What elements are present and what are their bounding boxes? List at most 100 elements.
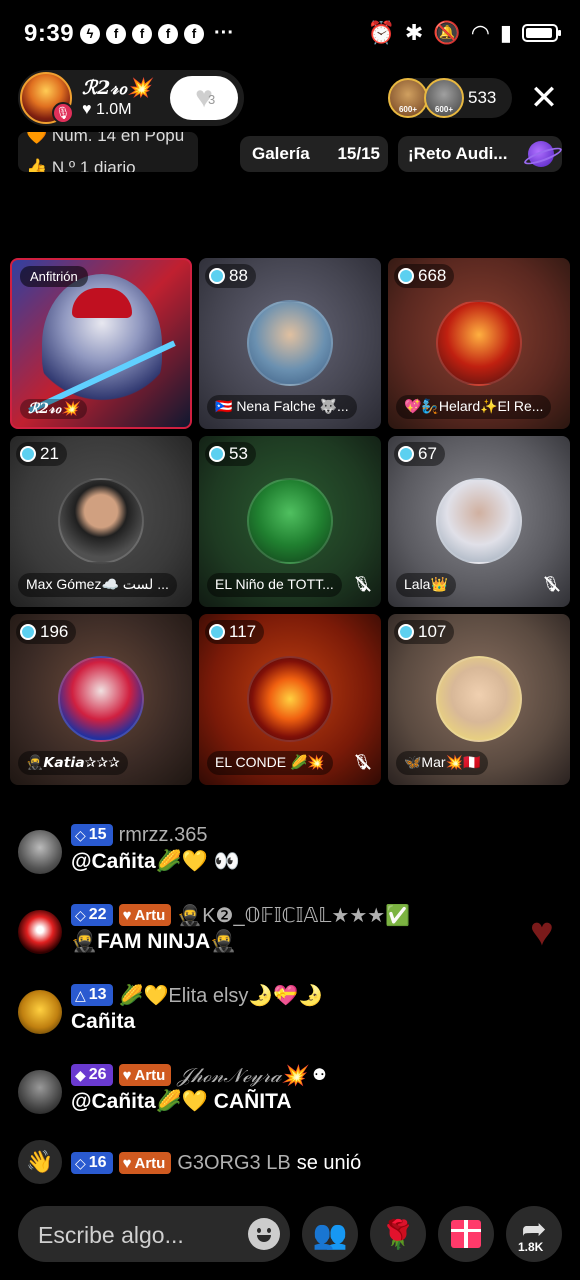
gift-icon [451,1220,481,1248]
rose-button[interactable]: 🌹 [370,1206,426,1262]
share-button[interactable]: ➦ 1.8K [506,1206,562,1262]
comment-input[interactable]: Escribe algo... [18,1206,290,1262]
follow-button[interactable]: ♥ 3 [170,76,238,120]
host-name: ℛ2𝓇ℴ💥 [82,77,151,99]
level-icon [209,624,225,640]
seat-9[interactable]: 107 🦋Mar💥🇵🇪 [388,614,570,785]
level-icon [209,268,225,284]
facebook-icon: f [132,23,152,44]
chat-username[interactable]: rmrzz.365 [119,824,208,847]
seat-level: 21 [16,442,67,466]
chat-avatar[interactable] [18,910,62,954]
alarm-icon: ⏰ [367,20,395,45]
chat-username[interactable]: 🥷K❷_𝕆𝔽𝕀ℂ𝕀𝔸𝕃★★★✅ [177,903,410,928]
seat-level-value: 107 [418,622,447,641]
seat-avatar[interactable] [436,478,522,564]
seat-avatar[interactable] [247,300,333,386]
team-icon: ⚉ [312,1067,327,1084]
seat-8[interactable]: 117 EL CONDE 🌽💥 🎙 [199,614,381,785]
join-text: se unió [296,1151,362,1174]
chat-meta: ◆ 26 ♥ Artu 𝒥𝒽ℴ𝓃𝒩ℯ𝓎𝓇𝒶💥 ⚉ [71,1062,327,1088]
host-cover-image [42,274,162,414]
chat-meta: ◇ 22 ♥ Artu 🥷K❷_𝕆𝔽𝕀ℂ𝕀𝔸𝕃★★★✅ [71,902,410,928]
seat-avatar[interactable] [247,656,333,742]
seat-avatar[interactable] [58,656,144,742]
viewer-avatar[interactable]: 600+ [388,78,428,118]
seat-level: 117 [205,620,265,644]
level-icon [20,624,36,640]
ranking-ticker[interactable]: 🧡 Núm. 14 en Popu 👍 N.º 1 diario [18,132,198,172]
emoji-icon[interactable] [248,1218,280,1250]
chat-avatar[interactable]: 👋 [18,1140,62,1184]
host-info[interactable]: 🎙 ℛ2𝓇ℴ💥 ♥ 1.0M ♥ 3 [18,70,244,126]
chat-username[interactable]: 𝒥𝒽ℴ𝓃𝒩ℯ𝓎𝓇𝒶💥 [177,1063,306,1087]
seat-name: 💖🧞Helard✨El Re... [396,395,552,419]
fan-club-label: Artu [134,906,166,924]
wave-hand-icon: 👋 [26,1149,54,1174]
seat-2[interactable]: 88 🇵🇷 Nena Falche 🐺... [199,258,381,429]
seat-6[interactable]: 67 Lala👑 🎙 [388,436,570,607]
mic-muted-icon: 🎙 [540,573,562,595]
seat-3[interactable]: 668 💖🧞Helard✨El Re... [388,258,570,429]
chat-meta: △ 13 🌽💛Elita elsy🌛💝🌛 [71,982,323,1008]
floating-heart-icon: ♥ [530,910,554,954]
chat-meta: ◇ 16 ♥ Artu G3ORG3 LB se unió [71,1150,361,1176]
seat-avatar[interactable] [58,478,144,564]
chat-avatar[interactable] [18,990,62,1034]
seat-avatar[interactable] [436,656,522,742]
seat-5[interactable]: 53 EL Niño de TOTT... 🎙 [199,436,381,607]
facebook-icon: f [158,23,178,44]
heart-icon: ♥ [122,1154,132,1172]
viewer-avatar[interactable]: 600+ [424,78,464,118]
level-badge-value: 13 [88,986,107,1003]
chat-text: @Cañita🌽💛 👀 [71,850,240,873]
level-badge-value: 26 [88,1066,107,1083]
seat-7[interactable]: 196 🥷𝙆𝙖𝙩𝙞𝙖✰✰✰ [10,614,192,785]
fan-club-badge: ♥ Artu [118,1152,172,1174]
level-icon [209,446,225,462]
facebook-icon: f [184,23,204,44]
seat-level: 67 [394,442,445,466]
chat-text: @Cañita🌽💛 CAÑITA [71,1090,292,1113]
rose-icon: 🌹 [380,1218,416,1250]
host-likes: ♥ 1.0M [82,101,132,118]
seat-name: 🇵🇷 Nena Falche 🐺... [207,395,357,419]
rank-popular: 🧡 Núm. 14 en Popu [26,132,185,145]
seat-name: Lala👑 [396,573,456,597]
seat-name: EL CONDE 🌽💥 [207,751,333,775]
mic-muted-icon: 🎙 [351,573,373,595]
level-badge-value: 15 [88,826,107,843]
chat-username[interactable]: 🌽💛Elita elsy🌛💝🌛 [119,983,324,1008]
audio-challenge-button[interactable]: ¡Reto Audi... [398,136,562,172]
chat-meta: ◇ 15 rmrzz.365 [71,822,207,848]
gallery-label: Galería [252,144,310,163]
viewer-list[interactable]: 600+ 600+ 533 [388,78,512,118]
seat-level-value: 88 [229,266,248,285]
diamond-icon: ◇ [75,1154,86,1171]
chat-username[interactable]: G3ORG3 LB [177,1152,290,1175]
host-tag: Anfitrión [20,266,88,287]
level-badge-value: 22 [88,906,107,923]
notification-icons: ϟ f f f f ··· [80,22,234,45]
viewer-count: 533 [468,88,497,107]
seat-level: 107 [394,620,455,644]
seat-name: EL Niño de TOTT... [207,573,342,597]
system-icons: ⏰ ✱ 🔕 ◠ ▮ [367,20,561,46]
gift-button[interactable] [438,1206,494,1262]
seat-level-value: 668 [418,266,447,285]
seat-name: ℛ2𝓇ℴ💥 [20,399,87,419]
seat-avatar[interactable] [247,478,333,564]
signal-icon: ▮ [499,20,512,45]
seat-level-value: 67 [418,444,437,463]
chat-avatar[interactable] [18,1070,62,1114]
seat-avatar[interactable] [436,300,522,386]
chat-text: Cañita [71,1010,136,1033]
seat-4[interactable]: 21 Max Gómez☁️ لست ... [10,436,192,607]
chat-avatar[interactable] [18,830,62,874]
seat-host[interactable]: Anfitrión ℛ2𝓇ℴ💥 [10,258,192,429]
gallery-button[interactable]: Galería 15/15 [240,136,388,172]
level-badge: ◇ 22 [71,904,113,926]
close-icon[interactable]: ✕ [526,80,562,116]
fan-club-label: Artu [134,1154,166,1172]
guests-button[interactable]: 👥 [302,1206,358,1262]
